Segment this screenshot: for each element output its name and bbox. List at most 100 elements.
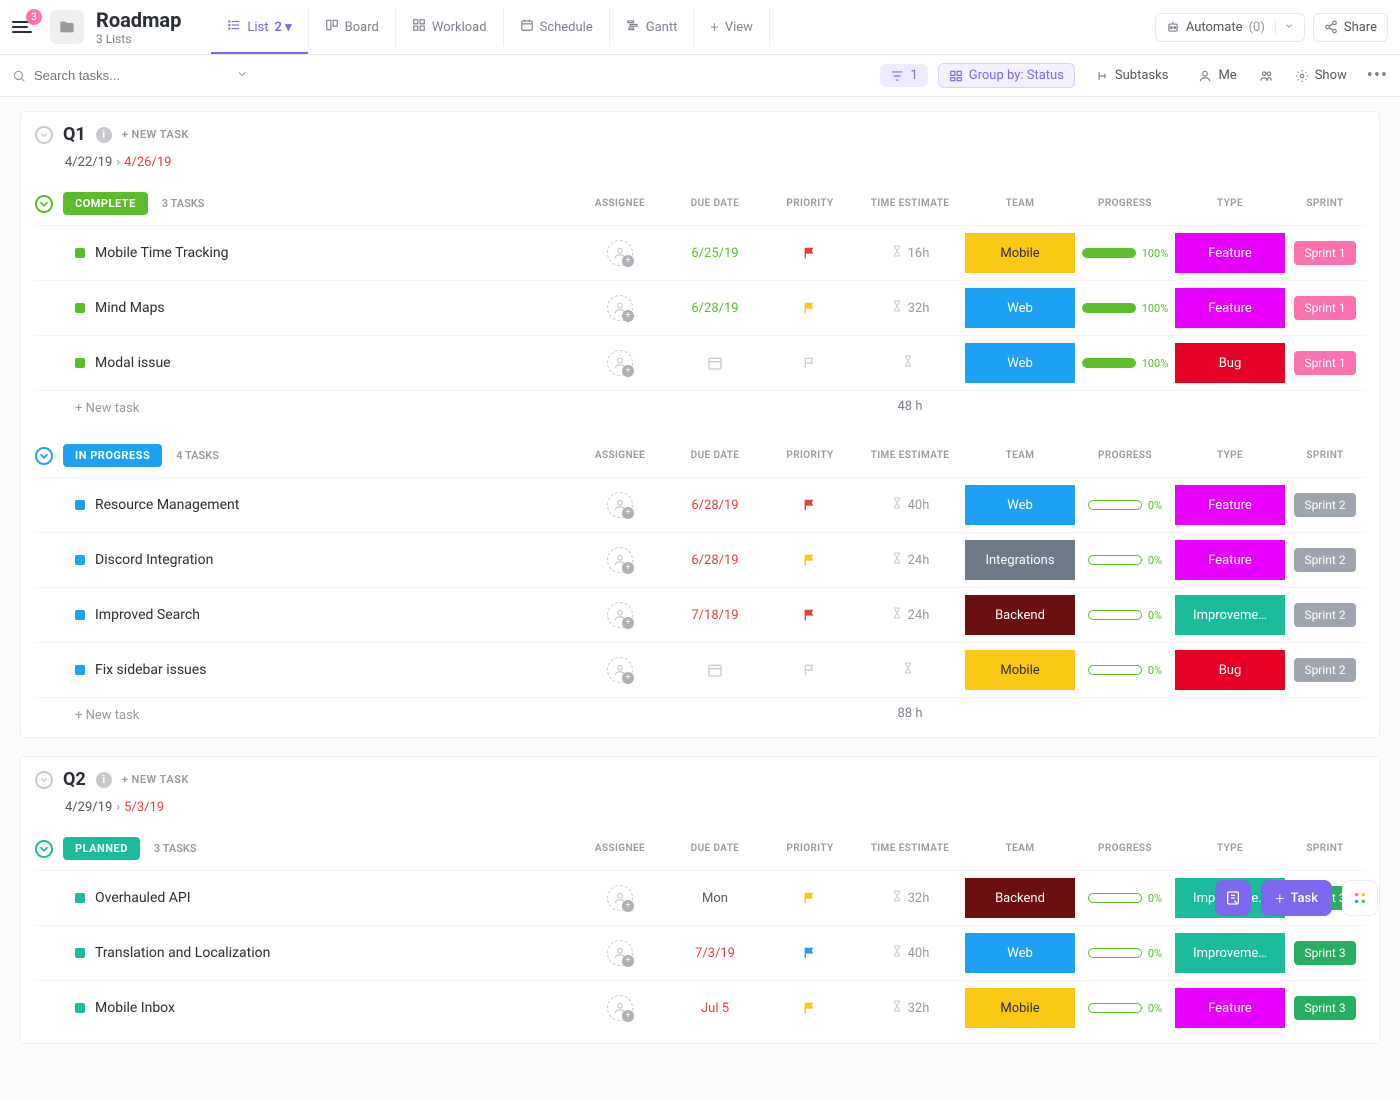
priority-flag[interactable] [765, 553, 855, 567]
team-chip[interactable]: Web [965, 288, 1075, 328]
progress[interactable]: 0% [1088, 554, 1162, 567]
task-row[interactable]: Mobile Time Tracking + 6/25/19 16h Mobil… [35, 225, 1365, 280]
fab-task[interactable]: + Task [1261, 880, 1332, 916]
time-estimate[interactable] [902, 354, 919, 372]
collapse-list[interactable] [35, 771, 53, 789]
sprint-chip[interactable]: Sprint 1 [1294, 351, 1355, 375]
priority-flag[interactable] [765, 1001, 855, 1015]
time-estimate[interactable]: 32h [891, 999, 930, 1017]
collapse-group[interactable] [35, 840, 53, 858]
progress[interactable]: 0% [1088, 609, 1162, 622]
time-estimate[interactable]: 16h [891, 244, 930, 262]
task-row[interactable]: Discord Integration + 6/28/19 24h Integr… [35, 532, 1365, 587]
automate-button[interactable]: Automate (0) [1155, 13, 1305, 42]
view-tab-board[interactable]: Board [309, 8, 396, 46]
assignee-placeholder[interactable]: + [607, 492, 633, 518]
priority-flag[interactable] [765, 663, 855, 677]
team-chip[interactable]: Backend [965, 878, 1075, 918]
progress[interactable]: 100% [1082, 302, 1169, 315]
priority-flag[interactable] [765, 608, 855, 622]
view-tab-view[interactable]: +View [694, 8, 770, 46]
task-row[interactable]: Improved Search + 7/18/19 24h Backend 0%… [35, 587, 1365, 642]
assignee-placeholder[interactable]: + [607, 547, 633, 573]
due-date[interactable]: 6/28/19 [665, 498, 765, 513]
sprint-chip[interactable]: Sprint 3 [1294, 996, 1355, 1020]
team-chip[interactable]: Mobile [965, 988, 1075, 1028]
assignee-placeholder[interactable]: + [607, 885, 633, 911]
task-name[interactable]: Mobile Time Tracking [95, 245, 229, 261]
task-name[interactable]: Translation and Localization [95, 945, 270, 961]
filter-pill[interactable]: 1 [880, 64, 927, 87]
task-name[interactable]: Overhauled API [95, 890, 191, 906]
share-button[interactable]: Share [1313, 13, 1388, 42]
fab-notepad[interactable] [1215, 880, 1251, 916]
team-chip[interactable]: Backend [965, 595, 1075, 635]
type-chip[interactable]: Feature [1175, 988, 1285, 1028]
due-date[interactable] [665, 662, 765, 678]
team-chip[interactable]: Web [965, 485, 1075, 525]
team-chip[interactable]: Web [965, 343, 1075, 383]
assignees-pill[interactable] [1257, 65, 1275, 87]
time-estimate[interactable] [902, 661, 919, 679]
due-date[interactable]: 6/25/19 [665, 246, 765, 261]
task-name[interactable]: Fix sidebar issues [95, 662, 206, 678]
task-name[interactable]: Improved Search [95, 607, 200, 623]
due-date[interactable]: Jul 5 [665, 1001, 765, 1016]
task-name[interactable]: Discord Integration [95, 552, 213, 568]
menu-button[interactable]: 3 [12, 15, 40, 39]
new-task-header[interactable]: + NEW TASK [122, 128, 189, 141]
task-row[interactable]: Mind Maps + 6/28/19 32h Web 100% Feature… [35, 280, 1365, 335]
task-row[interactable]: Translation and Localization + 7/3/19 40… [35, 925, 1365, 980]
search-input[interactable] [34, 68, 214, 83]
type-chip[interactable]: Feature [1175, 233, 1285, 273]
more-options[interactable]: ••• [1367, 65, 1388, 86]
assignee-placeholder[interactable]: + [607, 295, 633, 321]
progress[interactable]: 0% [1088, 1002, 1162, 1015]
sprint-chip[interactable]: Sprint 2 [1294, 493, 1355, 517]
type-chip[interactable]: Bug [1175, 650, 1285, 690]
task-row[interactable]: Mobile Inbox + Jul 5 32h Mobile 0% Featu… [35, 980, 1365, 1035]
view-tab-gantt[interactable]: Gantt [610, 8, 695, 46]
team-chip[interactable]: Mobile [965, 233, 1075, 273]
task-row[interactable]: Modal issue + Web 100% Bug Sprint 1 [35, 335, 1365, 390]
sprint-chip[interactable]: Sprint 3 [1294, 941, 1355, 965]
due-date[interactable]: 7/3/19 [665, 946, 765, 961]
type-chip[interactable]: Feature [1175, 540, 1285, 580]
due-date[interactable]: 6/28/19 [665, 301, 765, 316]
progress[interactable]: 0% [1088, 499, 1162, 512]
assignee-placeholder[interactable]: + [607, 940, 633, 966]
priority-flag[interactable] [765, 356, 855, 370]
team-chip[interactable]: Integrations [965, 540, 1075, 580]
time-estimate[interactable]: 24h [891, 606, 930, 624]
priority-flag[interactable] [765, 498, 855, 512]
info-icon[interactable]: i [96, 772, 112, 788]
sprint-chip[interactable]: Sprint 2 [1294, 548, 1355, 572]
sprint-chip[interactable]: Sprint 2 [1294, 603, 1355, 627]
task-row[interactable]: Resource Management + 6/28/19 40h Web 0%… [35, 477, 1365, 532]
show-pill[interactable]: Show [1285, 64, 1357, 87]
collapse-group[interactable] [35, 195, 53, 213]
assignee-placeholder[interactable]: + [607, 350, 633, 376]
due-date[interactable]: 7/18/19 [665, 608, 765, 623]
assignee-placeholder[interactable]: + [607, 995, 633, 1021]
priority-flag[interactable] [765, 891, 855, 905]
new-task-row[interactable]: + New task [35, 391, 139, 422]
assignee-placeholder[interactable]: + [607, 657, 633, 683]
progress[interactable]: 0% [1088, 947, 1162, 960]
task-name[interactable]: Modal issue [95, 355, 171, 371]
task-row[interactable]: Overhauled API + Mon 32h Backend 0% Impr… [35, 870, 1365, 925]
status-chip[interactable]: COMPLETE [63, 192, 148, 215]
team-chip[interactable]: Mobile [965, 650, 1075, 690]
type-chip[interactable]: Feature [1175, 288, 1285, 328]
new-task-row[interactable]: + New task [35, 698, 139, 729]
progress[interactable]: 100% [1082, 247, 1169, 260]
search-options-chevron[interactable] [236, 68, 248, 84]
status-chip[interactable]: PLANNED [63, 837, 140, 860]
due-date[interactable]: Mon [665, 891, 765, 906]
folder-icon[interactable] [50, 10, 84, 44]
collapse-list[interactable] [35, 126, 53, 144]
sprint-chip[interactable]: Sprint 1 [1294, 296, 1355, 320]
me-pill[interactable]: Me [1188, 64, 1246, 87]
view-tab-workload[interactable]: Workload [396, 8, 504, 46]
priority-flag[interactable] [765, 946, 855, 960]
